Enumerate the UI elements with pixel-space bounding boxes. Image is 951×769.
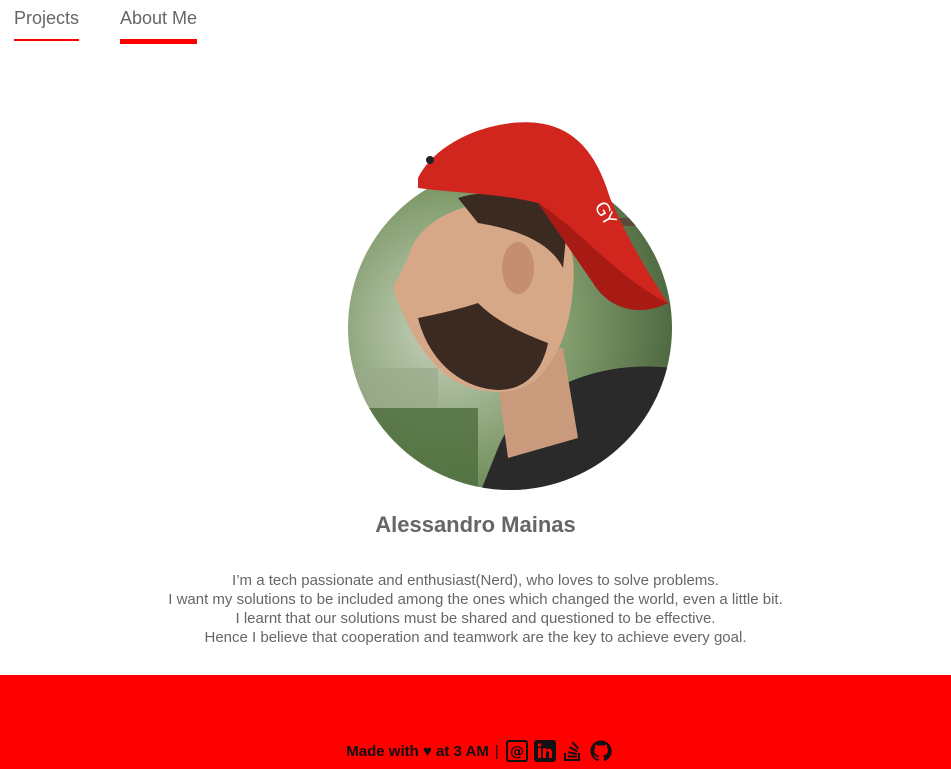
top-nav: Projects About Me	[0, 0, 951, 50]
tab-projects-label: Projects	[14, 8, 80, 28]
tab-projects-underline	[14, 39, 80, 41]
bio-line: I’m a tech passionate and enthusiast(Ner…	[232, 572, 719, 589]
bio-line: I learnt that our solutions must be shar…	[235, 610, 716, 627]
tab-about-me-active-indicator	[120, 39, 198, 44]
footer-separator: |	[494, 742, 499, 760]
profile-photo: GY	[348, 122, 672, 490]
profile-bio: I’m a tech passionate and enthusiast(Ner…	[0, 571, 951, 647]
svg-text:@: @	[510, 744, 524, 760]
linkedin-icon[interactable]	[533, 739, 557, 763]
profile-name: Alessandro Mainas	[375, 512, 576, 537]
tab-projects[interactable]: Projects	[14, 8, 80, 41]
tab-about-me[interactable]: About Me	[120, 8, 198, 44]
github-icon[interactable]	[589, 739, 613, 763]
footer: Made with ♥ at 3 AM | @	[0, 675, 951, 769]
tab-about-me-label: About Me	[120, 8, 198, 28]
bio-line: I want my solutions to be included among…	[168, 591, 783, 608]
email-icon[interactable]: @	[505, 739, 529, 763]
bio-line: Hence I believe that cooperation and tea…	[204, 629, 747, 646]
stackoverflow-icon[interactable]	[561, 739, 585, 763]
footer-line: Made with ♥ at 3 AM | @	[0, 739, 951, 763]
profile-avatar: GY	[348, 118, 672, 490]
made-with-text: Made with ♥ at 3 AM	[346, 742, 489, 760]
